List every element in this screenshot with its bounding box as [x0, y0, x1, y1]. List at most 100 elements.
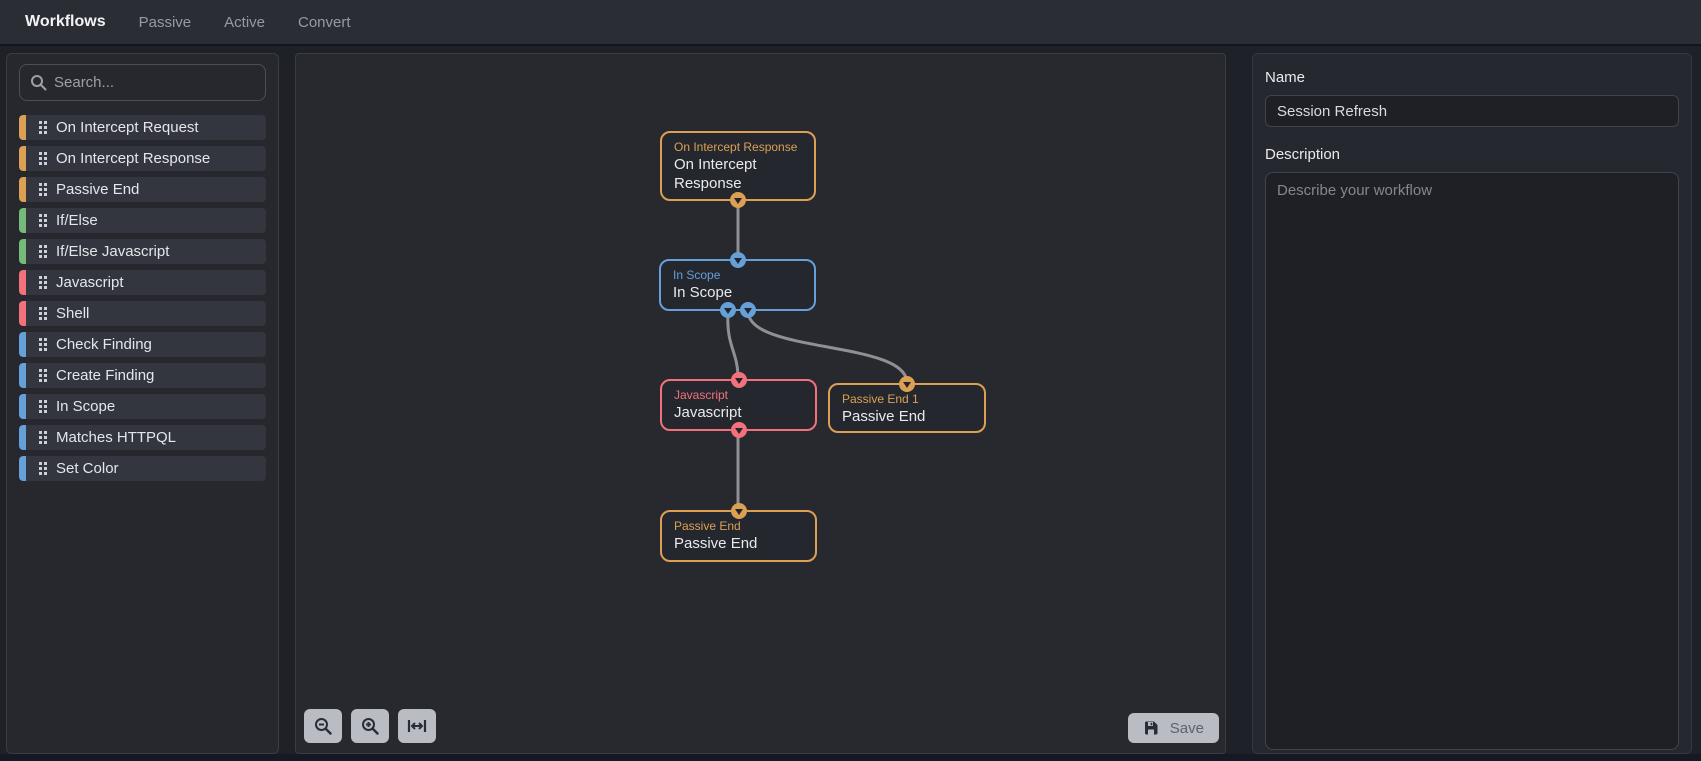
- node-label: Passive End: [842, 408, 926, 425]
- sidebar-item-label: In Scope: [56, 398, 116, 415]
- sidebar-item-label: On Intercept Response: [56, 150, 211, 167]
- category-color-bar: [19, 177, 26, 202]
- sidebar-item-label: Set Color: [56, 460, 119, 477]
- category-color-bar: [19, 208, 26, 233]
- node-label: On Intercept Response: [674, 156, 757, 192]
- zoom-out-button[interactable]: [304, 709, 342, 743]
- sidebar-item-label: On Intercept Request: [56, 119, 199, 136]
- zoom-in-icon: [362, 718, 379, 735]
- node-on-intercept-response[interactable]: On Intercept Response On Intercept Respo…: [660, 131, 816, 208]
- sidebar-item-label: Matches HTTPQL: [56, 429, 177, 446]
- description-field-label: Description: [1265, 146, 1341, 163]
- node-title: Javascript: [674, 388, 729, 402]
- search-input[interactable]: [20, 65, 265, 100]
- top-navigation-bar: Workflows Passive Active Convert: [0, 0, 1701, 46]
- workflow-name-input[interactable]: [1265, 95, 1679, 127]
- input-handle[interactable]: [729, 252, 746, 268]
- category-color-bar: [19, 239, 26, 264]
- sidebar-item-label: If/Else: [56, 212, 98, 229]
- sidebar-item-create-finding[interactable]: Create Finding: [19, 363, 266, 388]
- canvas-zoom-controls: [304, 709, 436, 743]
- drag-handle-icon: [39, 400, 42, 403]
- sidebar-item-label: If/Else Javascript: [56, 243, 170, 260]
- category-color-bar: [19, 332, 26, 357]
- drag-handle-icon: [39, 307, 42, 310]
- sidebar-item-set-color[interactable]: Set Color: [19, 456, 266, 481]
- node-in-scope[interactable]: In Scope In Scope: [659, 252, 816, 318]
- drag-handle-icon: [39, 214, 42, 217]
- sidebar-item-label: Shell: [56, 305, 90, 322]
- input-handle[interactable]: [899, 376, 915, 392]
- node-library-sidebar: On Intercept Request On Intercept Respon…: [6, 53, 279, 754]
- edge-inscope-to-passive-end-1: [746, 309, 909, 385]
- category-color-bar: [19, 425, 26, 450]
- category-color-bar: [19, 363, 26, 388]
- page-title: Workflows: [25, 13, 106, 30]
- sidebar-item-matches-httpql[interactable]: Matches HTTPQL: [19, 425, 266, 450]
- search-icon: [31, 75, 47, 91]
- node-title: On Intercept Response: [674, 140, 798, 154]
- sidebar-item-if-else-javascript[interactable]: If/Else Javascript: [19, 239, 266, 264]
- node-title: In Scope: [673, 268, 721, 282]
- sidebar-item-javascript[interactable]: Javascript: [19, 270, 266, 295]
- node-title: Passive End: [674, 519, 741, 533]
- drag-handle-icon: [39, 152, 42, 155]
- drag-handle-icon: [39, 245, 42, 248]
- output-handle[interactable]: [730, 192, 746, 208]
- category-color-bar: [19, 146, 26, 171]
- workflow-inspector-panel: Name Description: [1252, 53, 1692, 754]
- drag-handle-icon: [39, 121, 42, 124]
- output-handle-false[interactable]: [739, 302, 756, 318]
- save-icon: [1144, 721, 1158, 735]
- output-handle[interactable]: [730, 422, 747, 438]
- node-title: Passive End 1: [842, 392, 919, 406]
- drag-handle-icon: [39, 462, 42, 465]
- sidebar-item-on-intercept-response[interactable]: On Intercept Response: [19, 146, 266, 171]
- zoom-in-button[interactable]: [351, 709, 389, 743]
- drag-handle-icon: [39, 183, 42, 186]
- node-label: Passive End: [674, 535, 758, 552]
- node-passive-end-1[interactable]: Passive End 1 Passive End: [828, 376, 986, 433]
- sidebar-item-if-else[interactable]: If/Else: [19, 208, 266, 233]
- node-label: Javascript: [674, 404, 742, 421]
- bottom-edge-strip: [0, 754, 1701, 761]
- sidebar-item-label: Javascript: [56, 274, 124, 291]
- workflow-canvas[interactable]: On Intercept Response On Intercept Respo…: [295, 53, 1226, 754]
- sidebar-item-label: Passive End: [56, 181, 140, 198]
- fit-width-icon: [407, 720, 427, 732]
- output-handle-true[interactable]: [719, 302, 736, 318]
- node-label: In Scope: [673, 284, 733, 301]
- search-box: [19, 64, 266, 101]
- zoom-out-icon: [315, 718, 332, 735]
- node-library-list: On Intercept Request On Intercept Respon…: [19, 115, 266, 481]
- sidebar-item-shell[interactable]: Shell: [19, 301, 266, 326]
- sidebar-item-passive-end[interactable]: Passive End: [19, 177, 266, 202]
- tab-passive[interactable]: Passive: [139, 14, 192, 31]
- drag-handle-icon: [39, 276, 42, 279]
- category-color-bar: [19, 456, 26, 481]
- save-button[interactable]: Save: [1127, 713, 1219, 743]
- workflow-description-textarea[interactable]: [1265, 172, 1679, 750]
- tab-active[interactable]: Active: [224, 14, 265, 31]
- save-button-label: Save: [1169, 719, 1204, 737]
- fit-view-button[interactable]: [398, 709, 436, 743]
- sidebar-item-label: Create Finding: [56, 367, 155, 384]
- category-color-bar: [19, 270, 26, 295]
- sidebar-item-in-scope[interactable]: In Scope: [19, 394, 266, 419]
- sidebar-item-check-finding[interactable]: Check Finding: [19, 332, 266, 357]
- sidebar-item-on-intercept-request[interactable]: On Intercept Request: [19, 115, 266, 140]
- drag-handle-icon: [39, 338, 42, 341]
- sidebar-item-label: Check Finding: [56, 336, 152, 353]
- edge-inscope-to-javascript: [726, 309, 740, 381]
- drag-handle-icon: [39, 431, 42, 434]
- tab-convert[interactable]: Convert: [298, 14, 351, 31]
- node-passive-end[interactable]: Passive End Passive End: [660, 503, 817, 562]
- category-color-bar: [19, 115, 26, 140]
- name-field-label: Name: [1265, 69, 1306, 86]
- category-color-bar: [19, 301, 26, 326]
- node-javascript[interactable]: Javascript Javascript: [660, 372, 817, 438]
- category-color-bar: [19, 394, 26, 419]
- drag-handle-icon: [39, 369, 42, 372]
- input-handle[interactable]: [730, 503, 747, 519]
- input-handle[interactable]: [730, 372, 747, 388]
